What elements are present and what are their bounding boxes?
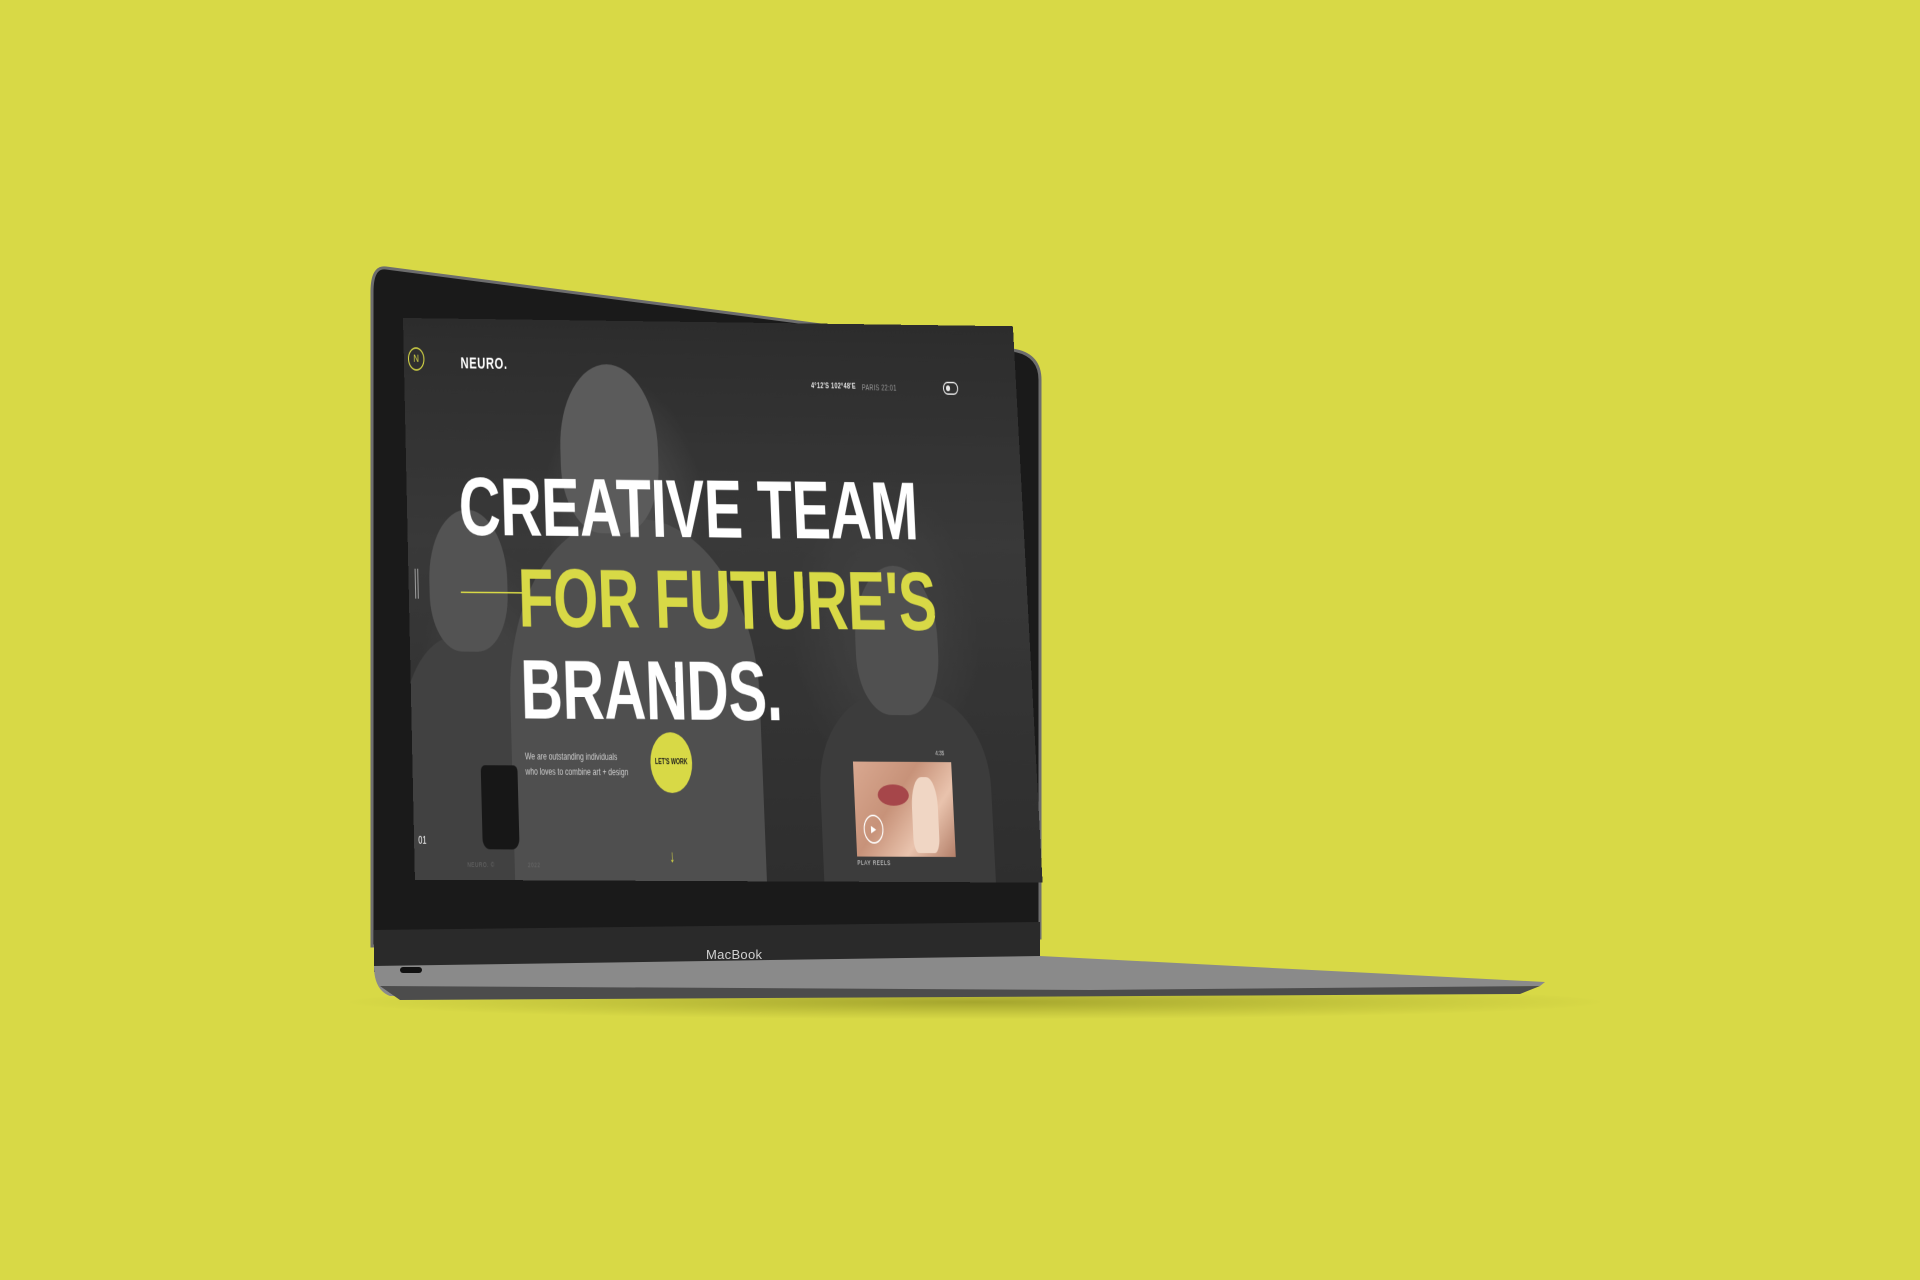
headline-line-2: FOR FUTURE'S <box>516 551 939 648</box>
scroll-down-arrow-icon[interactable]: ↓ <box>669 846 675 866</box>
theme-toggle-icon[interactable] <box>942 381 959 395</box>
menu-lines-icon[interactable] <box>414 568 421 599</box>
scene: N NEURO. 4°12'S 102°48'E PARIS 22:01 CRE… <box>0 0 1920 1280</box>
headline-line-3: BRANDS. <box>519 642 784 739</box>
logo-mark[interactable]: N <box>407 347 425 371</box>
reel-duration: 4:35 <box>935 749 945 757</box>
clock-text: PARIS 22:01 <box>861 383 897 393</box>
play-icon[interactable]: ▶ <box>863 814 885 844</box>
headline-line-1: CREATIVE TEAM <box>457 460 920 558</box>
reel-thumbnail[interactable]: ▶ <box>852 761 956 857</box>
coordinates-text: 4°12'S 102°48'E <box>810 381 857 391</box>
slide-number: 01 <box>418 833 427 846</box>
tagline-line-1: We are outstanding individuals <box>524 750 618 763</box>
tagline-line-2: who loves to combine art + design <box>525 765 629 778</box>
brand-name[interactable]: NEURO. <box>460 354 507 374</box>
macbook-label: MacBook <box>706 947 763 962</box>
footer-brand: NEURO. © <box>467 860 495 869</box>
reel-hand <box>910 777 941 854</box>
play-reels-label[interactable]: PLAY REELS <box>857 859 891 867</box>
reel-lips <box>877 784 910 806</box>
website-screen: N NEURO. 4°12'S 102°48'E PARIS 22:01 CRE… <box>403 318 1043 883</box>
footer-year: 2022 <box>527 861 541 869</box>
tagline: We are outstanding individuals who loves… <box>525 749 630 780</box>
